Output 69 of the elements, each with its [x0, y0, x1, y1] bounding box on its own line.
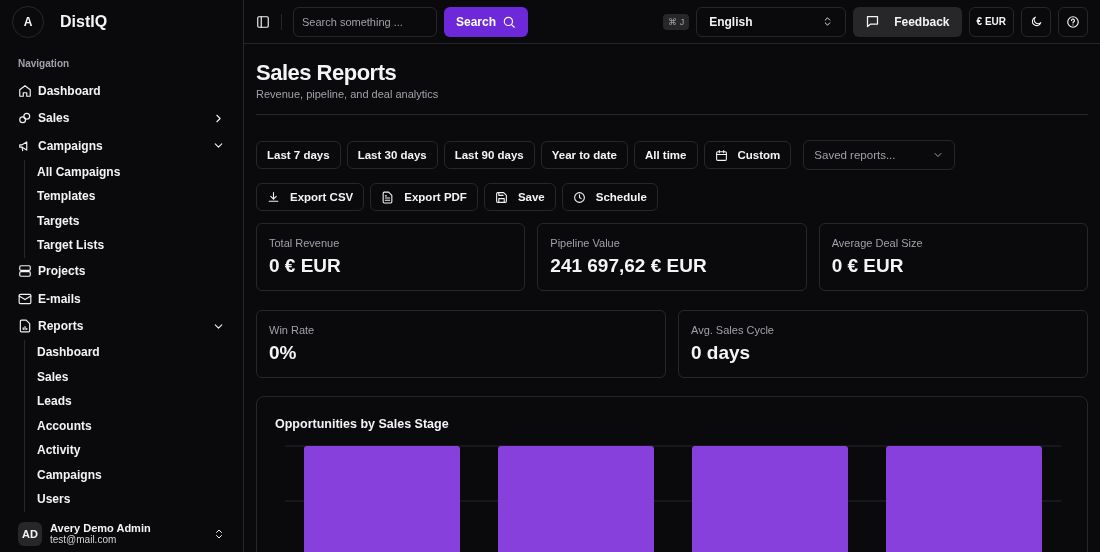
sidebar-item[interactable]: Sales [18, 104, 225, 132]
page-title: Sales Reports [256, 60, 398, 86]
sidebar-item[interactable]: Dashboard [18, 77, 225, 105]
sidebar-subitem[interactable]: All Campaigns [37, 159, 225, 184]
date-range-button[interactable]: Custom [703, 141, 792, 169]
action-button[interactable]: Export PDF [370, 183, 478, 211]
sidebar-subitem[interactable]: Templates [37, 184, 225, 209]
date-range-button[interactable]: Last 90 days [443, 141, 535, 169]
user-name: Avery Demo Admin [50, 522, 152, 534]
link-icon [18, 111, 32, 126]
shortcut-hint: ⌘ J [663, 13, 690, 30]
action-button[interactable]: Save [483, 183, 556, 211]
search-icon [502, 14, 517, 29]
sidebar-subitem[interactable]: Sales [37, 364, 225, 389]
search-field[interactable]: Search something ... [293, 6, 437, 37]
sidebar-subitem[interactable]: Dashboard [37, 340, 225, 365]
sidebar-item[interactable]: Projects [18, 257, 225, 285]
sidebar-subitem[interactable]: Activity [37, 438, 225, 463]
sidebar-subitem[interactable]: Leads [37, 389, 225, 414]
sidebar-subitem[interactable]: Targets [37, 208, 225, 233]
report-icon [18, 319, 32, 334]
search-button[interactable]: Search [444, 6, 529, 37]
date-range-button[interactable]: Year to date [540, 141, 628, 169]
sidebar-subitem[interactable]: Target Lists [37, 233, 225, 258]
section-label: Navigation [18, 58, 70, 69]
sidebar-subitem[interactable]: Users [37, 487, 225, 512]
moon-icon [1029, 15, 1043, 28]
chart-title: Opportunities by Sales Stage [275, 417, 450, 431]
mail-icon [18, 291, 32, 306]
sidebar-item[interactable]: Reports [18, 312, 225, 340]
server-icon [18, 264, 32, 279]
speech-bubble-icon [865, 14, 881, 29]
action-button[interactable]: Export CSV [256, 183, 365, 211]
metric-label: Total Revenue [269, 237, 341, 249]
metric-value: 241 697,62 € EUR [550, 255, 708, 277]
sidebar-item[interactable]: Campaigns [18, 132, 225, 160]
user-email: test@mail.com [50, 534, 118, 546]
language-select[interactable]: English [696, 6, 847, 37]
date-range-button[interactable]: All time [633, 141, 698, 169]
date-range-button[interactable]: Last 7 days [256, 141, 341, 169]
metric-value: 0 days [691, 342, 752, 364]
calendar-icon [714, 148, 728, 162]
clock-icon [572, 190, 586, 204]
saved-reports-select[interactable]: Saved reports... [803, 140, 956, 170]
sidebar-toggle-icon [256, 14, 270, 29]
sidebar-subitem[interactable]: Accounts [37, 413, 225, 438]
metric-label: Avg. Sales Cycle [691, 324, 775, 336]
metric-label: Win Rate [269, 324, 316, 336]
action-button[interactable]: Schedule [561, 183, 658, 211]
metric-label: Average Deal Size [831, 237, 924, 249]
metric-value: 0 € EUR [269, 255, 342, 277]
help-icon [1066, 14, 1080, 29]
app-name: DistIQ [60, 13, 108, 31]
theme-button[interactable] [1021, 6, 1051, 37]
user-avatar: AD [18, 522, 42, 546]
sidebar-subitem[interactable]: Campaigns [37, 462, 225, 487]
currency-button[interactable]: € EUR [968, 6, 1014, 37]
download-icon [267, 190, 280, 204]
document-icon [381, 190, 395, 204]
metric-value: 0% [269, 342, 298, 364]
home-icon [18, 83, 32, 98]
sidebar-item[interactable]: E-mails [18, 285, 225, 313]
help-button[interactable] [1058, 6, 1088, 37]
metric-label: Pipeline Value [550, 237, 621, 249]
date-range-button[interactable]: Last 30 days [346, 141, 438, 169]
chevrons-up-down-icon [213, 528, 225, 540]
metric-value: 0 € EUR [831, 255, 905, 277]
page-subtitle: Revenue, pipeline, and deal analytics [256, 88, 440, 100]
feedback-button[interactable]: Feedback [853, 6, 962, 37]
